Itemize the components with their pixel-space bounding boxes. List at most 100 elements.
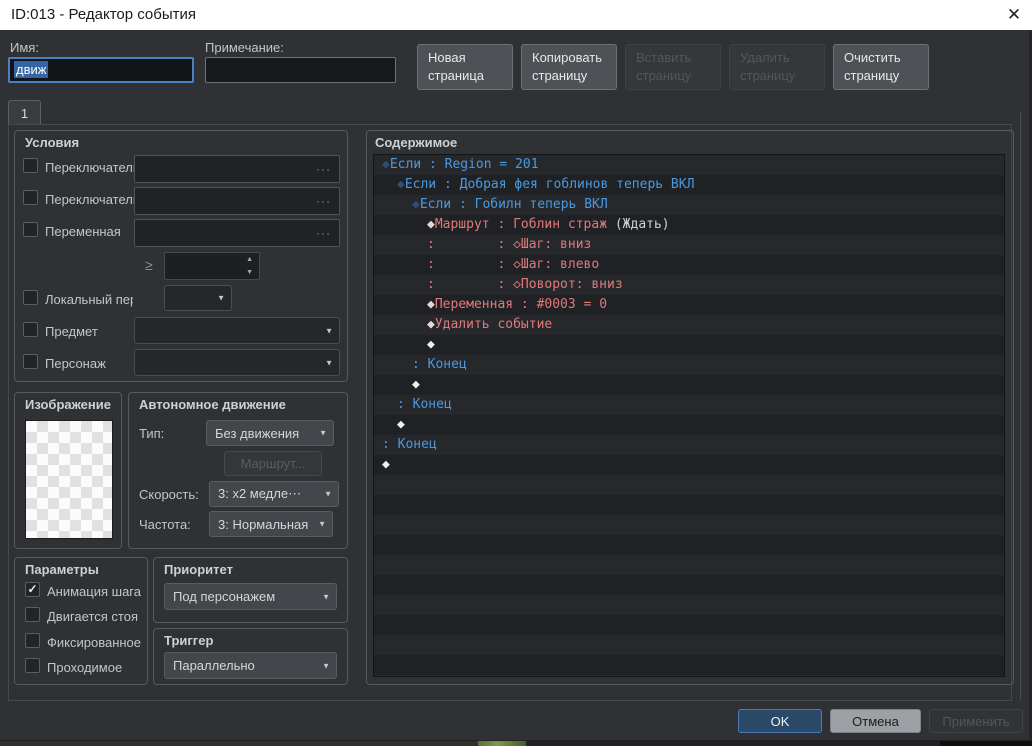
walking-checkbox[interactable]	[25, 607, 40, 622]
event-command-line[interactable]: : : ◇Поворот: вниз	[374, 275, 1004, 295]
switch1-browse-icon[interactable]: ···	[316, 162, 331, 176]
command-diamond-icon: ◆	[412, 377, 420, 392]
event-command-line[interactable]: ◆Если : Region = 201	[374, 155, 1004, 175]
direction-fix-label: Фиксированное	[47, 635, 142, 650]
event-command-line[interactable]: ◆Маршрут : Гоблин страж (Ждать)	[374, 215, 1004, 235]
chevron-down-icon: ▼	[322, 661, 330, 670]
chevron-down-icon: ▼	[217, 293, 225, 303]
command-text: : Конец	[382, 437, 437, 452]
background-dark-strip	[940, 741, 1032, 746]
spin-up-icon[interactable]: ▲	[246, 256, 253, 263]
window-title: ID:013 - Редактор события	[11, 6, 197, 23]
through-checkbox[interactable]	[25, 658, 40, 673]
event-command-line[interactable]: ◆Переменная : #0003 = 0	[374, 295, 1004, 315]
conditions-group: Условия Переключатель ··· Переключатель …	[14, 130, 348, 382]
actor-label: Персонаж	[45, 356, 106, 371]
movement-freq-value: 3: Нормальная	[218, 516, 309, 532]
event-command-line[interactable]: : Конец	[374, 355, 1004, 375]
clear-page-button[interactable]: Очистить страницу	[833, 44, 929, 90]
ok-button[interactable]: OK	[738, 709, 822, 733]
event-command-line[interactable]: ◆	[374, 415, 1004, 435]
direction-fix-checkbox[interactable]	[25, 633, 40, 648]
event-command-line[interactable]: : Конец	[374, 395, 1004, 415]
title-bar: ID:013 - Редактор события ✕	[0, 0, 1032, 30]
variable-checkbox[interactable]	[23, 222, 38, 237]
trigger-dropdown[interactable]: Параллельно ▼	[164, 652, 337, 679]
walking-label: Двигается стоя	[47, 609, 138, 624]
tab-page-1[interactable]: 1	[8, 100, 41, 125]
name-input-selected-text: движ	[14, 61, 49, 79]
command-text: : : ◇Шаг: вниз	[427, 237, 592, 252]
command-diamond-icon: ◆	[382, 457, 390, 472]
paste-page-button-label: Вставить страницу	[636, 50, 692, 83]
cancel-button[interactable]: Отмена	[830, 709, 921, 733]
event-command-line[interactable]: : : ◇Шаг: влево	[374, 255, 1004, 275]
priority-group: Приоритет Под персонажем ▼	[153, 557, 348, 623]
name-input[interactable]: движ	[8, 57, 194, 83]
event-command-line[interactable]: ◆Если : Гобилн теперь ВКЛ	[374, 195, 1004, 215]
new-page-button-label: Новая страница	[428, 50, 485, 83]
clear-page-button-label: Очистить страницу	[844, 50, 901, 83]
actor-checkbox[interactable]	[23, 354, 38, 369]
event-command-line[interactable]: ◆Удалить событие	[374, 315, 1004, 335]
event-image-box[interactable]	[25, 420, 113, 539]
spin-down-icon[interactable]: ▼	[246, 269, 253, 276]
event-command-line[interactable]: : Конец	[374, 435, 1004, 455]
movement-group: Автономное движение Тип: Без движения ▼ …	[128, 392, 348, 549]
switch2-browse-icon[interactable]: ···	[316, 194, 331, 208]
priority-title: Приоритет	[164, 562, 233, 577]
stepping-checkbox[interactable]: ✓	[25, 582, 40, 597]
self-switch-checkbox[interactable]	[23, 290, 38, 305]
movement-speed-dropdown[interactable]: 3: x2 медле⋯ ▼	[209, 481, 339, 507]
command-text: : Конец	[412, 357, 467, 372]
command-diamond-icon: ◆	[397, 417, 405, 432]
event-command-line[interactable]: ◆	[374, 375, 1004, 395]
command-diamond-icon: ◆	[427, 217, 435, 232]
copy-page-button-label: Копировать страницу	[532, 50, 602, 83]
variable-browse-icon[interactable]: ···	[316, 226, 331, 240]
priority-dropdown[interactable]: Под персонажем ▼	[164, 583, 337, 610]
note-input[interactable]	[205, 57, 396, 83]
trigger-value: Параллельно	[173, 658, 255, 673]
apply-button: Применить	[929, 709, 1023, 733]
copy-page-button[interactable]: Копировать страницу	[521, 44, 617, 90]
switch1-field[interactable]: ···	[134, 155, 340, 183]
paste-page-button: Вставить страницу	[625, 44, 721, 90]
event-command-line[interactable]: ◆	[374, 335, 1004, 355]
switch1-checkbox[interactable]	[23, 158, 38, 173]
command-diamond-icon: ◆	[427, 337, 435, 352]
chevron-down-icon: ▼	[319, 428, 327, 438]
variable-value-spinner[interactable]: ▲ ▼	[164, 252, 260, 280]
close-icon[interactable]: ✕	[996, 0, 1032, 30]
chevron-down-icon: ▼	[324, 489, 332, 499]
note-label: Примечание:	[205, 40, 284, 55]
event-editor-dialog: ID:013 - Редактор события ✕ Имя: движ Пр…	[0, 0, 1032, 746]
options-title: Параметры	[25, 562, 99, 577]
item-label: Предмет	[45, 324, 98, 339]
movement-type-dropdown[interactable]: Без движения ▼	[206, 420, 334, 446]
variable-field[interactable]: ···	[134, 219, 340, 247]
event-command-line[interactable]: ◆	[374, 455, 1004, 475]
delete-page-button: Удалить страницу	[729, 44, 825, 90]
trigger-group: Триггер Параллельно ▼	[153, 628, 348, 685]
self-switch-dropdown[interactable]: ▼	[164, 285, 232, 311]
switch2-field[interactable]: ···	[134, 187, 340, 215]
command-diamond-icon: ◆	[412, 197, 420, 212]
item-checkbox[interactable]	[23, 322, 38, 337]
background-map-green-strip	[478, 741, 526, 746]
switch2-checkbox[interactable]	[23, 190, 38, 205]
command-text: : : ◇Поворот: вниз	[427, 277, 623, 292]
chevron-down-icon: ▼	[325, 326, 333, 335]
event-command-list[interactable]: ◆Если : Region = 201 ◆Если : Добрая фея г…	[373, 154, 1005, 677]
movement-type-label: Тип:	[139, 426, 165, 441]
new-page-button[interactable]: Новая страница	[417, 44, 513, 90]
item-dropdown[interactable]: ▼	[134, 317, 340, 344]
event-command-line[interactable]: : : ◇Шаг: вниз	[374, 235, 1004, 255]
switch2-label: Переключатель	[45, 192, 134, 207]
event-command-line[interactable]: ◆Если : Добрая фея гоблинов теперь ВКЛ	[374, 175, 1004, 195]
command-diamond-icon: ◆	[427, 317, 435, 332]
actor-dropdown[interactable]: ▼	[134, 349, 340, 376]
image-group: Изображение	[14, 392, 122, 549]
movement-freq-dropdown[interactable]: 3: Нормальная ▼	[209, 511, 333, 537]
switch1-label: Переключатель	[45, 160, 134, 175]
